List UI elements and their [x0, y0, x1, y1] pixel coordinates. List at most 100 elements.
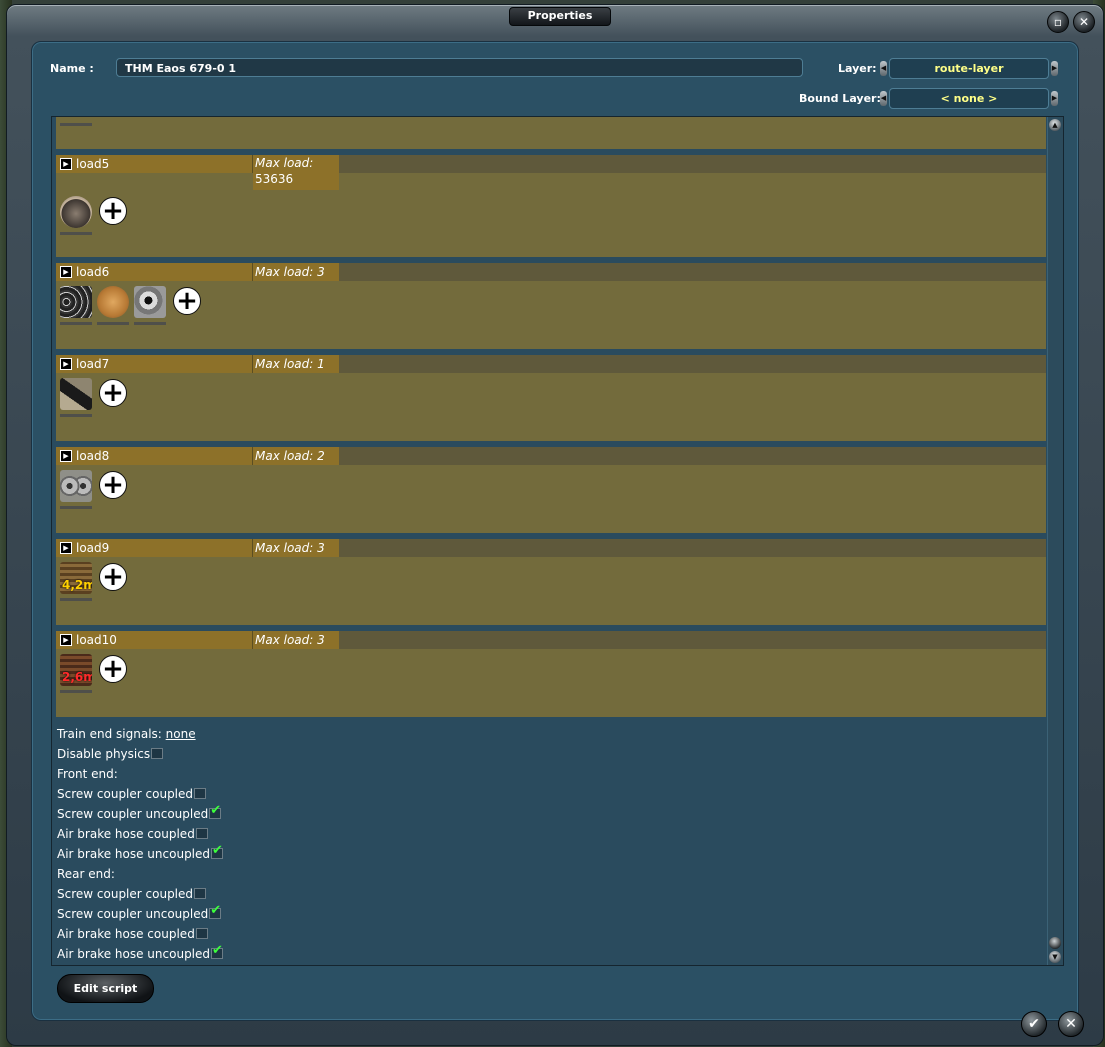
load-box-load8: ▶ load8 Max load: 2 +: [56, 447, 1046, 533]
load-name-cell[interactable]: ▶ load6: [56, 263, 253, 281]
rear-screw-coupled-checkbox[interactable]: [194, 888, 207, 899]
window-close-button[interactable]: ✕: [1073, 11, 1095, 33]
rear-screw-coupled-row: Screw coupler coupled: [57, 886, 207, 902]
load-box-partial: [56, 117, 1046, 149]
load-name-cell[interactable]: ▶ load9: [56, 539, 253, 557]
max-load-label: Max load:: [255, 357, 314, 371]
rear-screw-coupled-label: Screw coupler coupled: [57, 887, 194, 901]
rear-end-heading: Rear end:: [57, 867, 115, 881]
rear-air-coupled-checkbox[interactable]: [195, 928, 208, 939]
layer-prev-arrow-icon[interactable]: ◀: [880, 61, 887, 76]
thumb-underline: [60, 414, 92, 417]
edit-script-button[interactable]: Edit script: [57, 974, 154, 1003]
max-load-label: Max load:: [255, 265, 314, 279]
add-load-button[interactable]: +: [173, 287, 201, 315]
expand-flag-icon[interactable]: ▶: [60, 158, 72, 170]
close-icon: ✕: [1078, 15, 1090, 29]
disable-physics-checkbox[interactable]: [151, 748, 164, 759]
rear-screw-uncoupled-label: Screw coupler uncoupled: [57, 907, 209, 921]
expand-flag-icon[interactable]: ▶: [60, 266, 72, 278]
load-list-scroll-area[interactable]: ▶ load5 Max load: 53636 + ▶ load6 Max loa…: [51, 116, 1064, 966]
coil-load-icon[interactable]: [134, 286, 166, 318]
load-name-cell[interactable]: ▶ load10: [56, 631, 253, 649]
add-load-button[interactable]: +: [99, 197, 127, 225]
front-screw-uncoupled-label: Screw coupler uncoupled: [57, 807, 209, 821]
coils-load-icon[interactable]: [60, 470, 92, 502]
max-load-label: Max load:: [255, 541, 314, 555]
max-load-label: Max load:: [255, 449, 314, 463]
minimize-button[interactable]: ▫: [1047, 11, 1069, 33]
max-load-label: Max load:: [255, 633, 314, 647]
scroll-down-icon[interactable]: ▼: [1049, 951, 1061, 963]
plus-icon: +: [102, 562, 124, 592]
layer-label: Layer:: [838, 62, 877, 75]
tube-load-icon[interactable]: [60, 378, 92, 410]
expand-flag-icon[interactable]: ▶: [60, 634, 72, 646]
max-load-cell: Max load: 3: [253, 539, 339, 557]
rock-load-icon[interactable]: [60, 196, 92, 228]
bound-layer-next-arrow-icon[interactable]: ▶: [1051, 91, 1058, 106]
expand-flag-icon[interactable]: ▶: [60, 450, 72, 462]
rear-air-uncoupled-label: Air brake hose uncoupled: [57, 947, 211, 961]
max-load-value: 1: [317, 357, 325, 371]
load-box-load10: ▶ load10 Max load: 3 2,6m +: [56, 631, 1046, 717]
cancel-button[interactable]: ✕: [1058, 1011, 1084, 1037]
rear-air-uncoupled-checkbox[interactable]: [211, 943, 224, 959]
close-icon: ✕: [1065, 1016, 1077, 1032]
plus-icon: +: [102, 470, 124, 500]
name-field[interactable]: THM Eaos 679-0 1: [116, 58, 803, 77]
front-air-coupled-checkbox[interactable]: [195, 828, 208, 839]
timber-4-2m-load-icon[interactable]: 4,2m: [60, 562, 92, 594]
properties-window: Properties ▫ ✕ Name : THM Eaos 679-0 1 L…: [6, 4, 1104, 1046]
load-name-cell[interactable]: ▶ load8: [56, 447, 253, 465]
load-box-load5: ▶ load5 Max load: 53636 +: [56, 155, 1046, 257]
pipes-load-icon[interactable]: [60, 286, 92, 318]
bound-layer-label: Bound Layer:: [799, 92, 881, 105]
front-screw-uncoupled-checkbox[interactable]: [209, 803, 222, 819]
expand-flag-icon[interactable]: ▶: [60, 358, 72, 370]
plus-icon: +: [102, 196, 124, 226]
add-load-button[interactable]: +: [99, 471, 127, 499]
max-load-cell: Max load: 3: [253, 263, 339, 281]
load-box-load6: ▶ load6 Max load: 3 +: [56, 263, 1046, 349]
front-air-coupled-row: Air brake hose coupled: [57, 826, 208, 842]
front-screw-coupled-label: Screw coupler coupled: [57, 787, 194, 801]
disable-physics-row: Disable physics: [57, 746, 164, 762]
load-name-cell[interactable]: ▶ load7: [56, 355, 253, 373]
front-screw-coupled-checkbox[interactable]: [194, 788, 207, 799]
thumb-caption: 4,2m: [62, 578, 92, 592]
timber-2-6m-load-icon[interactable]: 2,6m: [60, 654, 92, 686]
load-box-load9: ▶ load9 Max load: 3 4,2m +: [56, 539, 1046, 625]
bound-layer-prev-arrow-icon[interactable]: ◀: [880, 91, 887, 106]
load-header: ▶ load9 Max load: 3: [56, 539, 1046, 557]
load-name-cell[interactable]: ▶ load5: [56, 155, 253, 173]
scroll-thumb[interactable]: [1049, 937, 1061, 949]
train-end-signals-link[interactable]: none: [166, 727, 196, 741]
max-load-value: 3: [317, 541, 325, 555]
add-load-button[interactable]: +: [99, 655, 127, 683]
load-name: load7: [76, 357, 110, 371]
thumb-caption: 2,6m: [62, 670, 92, 684]
max-load-value: 53636: [255, 172, 294, 186]
layer-select[interactable]: route-layer: [889, 58, 1049, 79]
thumb-underline: [97, 322, 129, 325]
load-name: load5: [76, 157, 110, 171]
expand-flag-icon[interactable]: ▶: [60, 542, 72, 554]
front-air-uncoupled-checkbox[interactable]: [211, 843, 224, 859]
add-load-button[interactable]: +: [99, 563, 127, 591]
rear-screw-uncoupled-row: Screw coupler uncoupled: [57, 903, 222, 922]
disable-physics-label: Disable physics: [57, 747, 151, 761]
ok-button[interactable]: ✔: [1021, 1011, 1047, 1037]
rear-screw-uncoupled-checkbox[interactable]: [209, 903, 222, 919]
bound-layer-select[interactable]: < none >: [889, 88, 1049, 109]
thumb-underline: [60, 232, 92, 235]
max-load-value: 3: [317, 265, 325, 279]
scroll-up-icon[interactable]: ▲: [1049, 119, 1061, 131]
add-load-button[interactable]: +: [99, 379, 127, 407]
layer-next-arrow-icon[interactable]: ▶: [1051, 61, 1058, 76]
minimize-icon: ▫: [1053, 15, 1063, 29]
vertical-scrollbar[interactable]: ▲ ▼: [1047, 117, 1063, 965]
train-end-signals-row: Train end signals: none: [57, 726, 196, 742]
load-header: ▶ load7 Max load: 1: [56, 355, 1046, 373]
wood-load-icon[interactable]: [97, 286, 129, 318]
